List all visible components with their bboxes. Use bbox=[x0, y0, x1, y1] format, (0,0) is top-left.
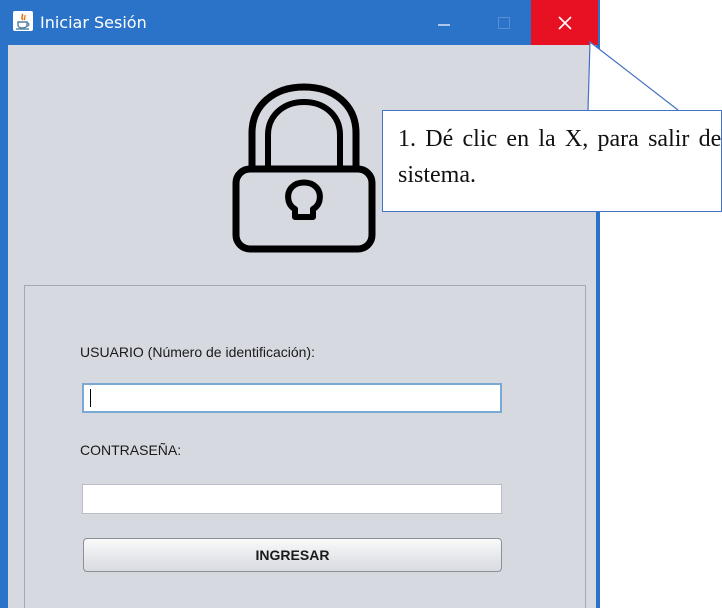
close-button[interactable] bbox=[531, 0, 598, 45]
annotation-callout: 1. Dé clic en la X, para salir del siste… bbox=[382, 110, 722, 212]
maximize-icon bbox=[498, 16, 510, 29]
login-button[interactable]: INGRESAR bbox=[83, 538, 502, 572]
java-app-icon bbox=[13, 11, 33, 31]
username-input[interactable] bbox=[82, 383, 502, 413]
window-title: Iniciar Sesión bbox=[40, 13, 147, 32]
login-window: Iniciar Sesión USUARIO (Número de identi… bbox=[0, 0, 600, 608]
password-label: CONTRASEÑA: bbox=[80, 442, 182, 458]
text-caret bbox=[90, 389, 91, 407]
title-bar[interactable]: Iniciar Sesión bbox=[0, 0, 600, 45]
annotation-text: 1. Dé clic en la X, para salir del siste… bbox=[398, 126, 722, 188]
close-icon bbox=[557, 15, 572, 30]
lock-icon bbox=[232, 83, 376, 253]
maximize-button[interactable] bbox=[474, 0, 534, 45]
minimize-icon bbox=[438, 23, 450, 26]
password-input[interactable] bbox=[82, 484, 502, 514]
username-label: USUARIO (Número de identificación): bbox=[80, 344, 315, 360]
login-form-panel: USUARIO (Número de identificación): CONT… bbox=[24, 285, 586, 608]
minimize-button[interactable] bbox=[414, 0, 474, 45]
